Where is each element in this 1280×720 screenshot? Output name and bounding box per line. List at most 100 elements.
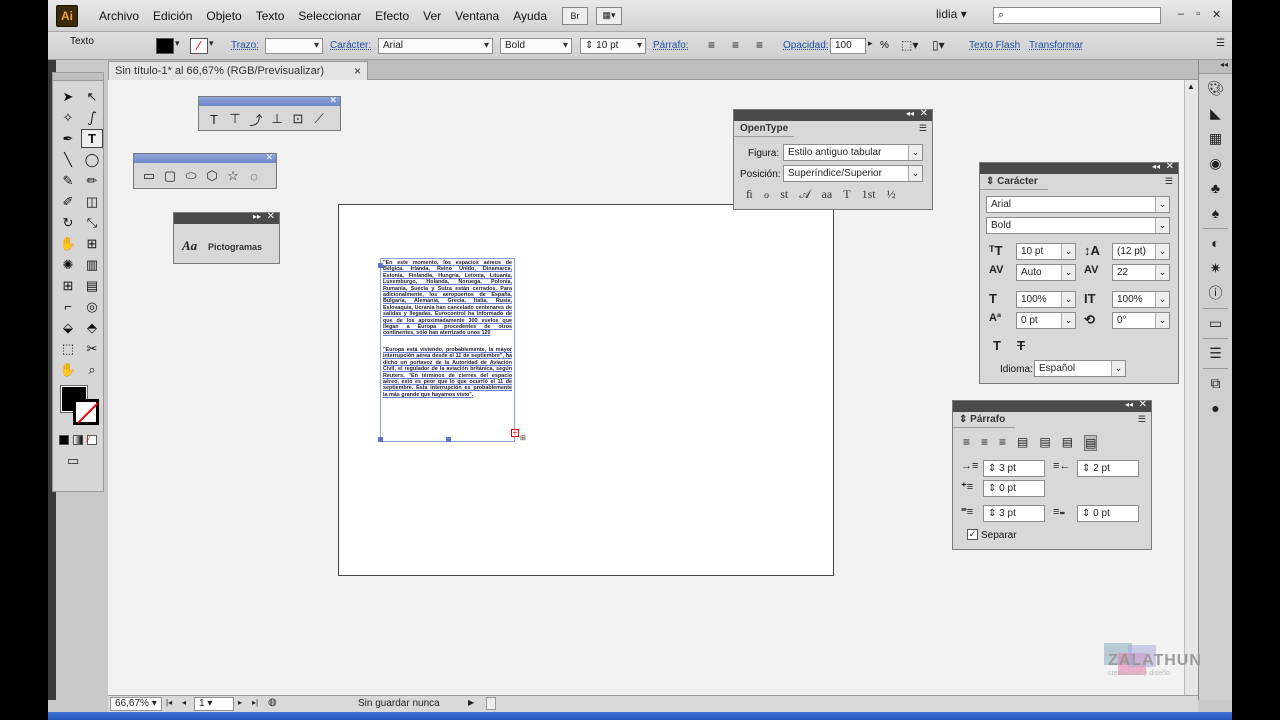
fractions-button[interactable]: ½ [887,187,896,202]
align-left-icon[interactable]: ≡ [708,38,715,52]
strikethrough-icon[interactable]: T [1017,338,1025,353]
font-size-select[interactable]: ⇕ 10 pt [580,38,646,54]
eyedropper-tool-icon[interactable]: ⌐ [57,297,79,316]
text-paragraph-2[interactable]: "Europa está viviendo, probablemente, la… [381,346,514,399]
contextual-alternates-button[interactable]: ℴ [764,187,770,202]
color-icon[interactable]: 🎨︎ [1205,78,1227,98]
separar-checkbox[interactable]: ✓ [967,529,978,540]
pictogramas-panel-top[interactable]: ▸▸ ✕ [174,211,279,224]
close-tab-icon[interactable]: × [354,64,361,78]
opacity-input[interactable]: 100 [830,38,866,54]
pictogramas-label[interactable]: Pictogramas [208,242,262,252]
last-artboard-icon[interactable]: ▸| [252,698,258,707]
magic-wand-tool-icon[interactable]: ✧ [57,108,79,127]
menu-edicion[interactable]: Edición [146,0,199,32]
kerning-input[interactable]: Auto ⌄ [1016,264,1076,281]
glyphs-icon[interactable]: Aa [182,238,197,254]
shape-tools-palette-header[interactable]: ✕ [134,152,276,163]
align-icon[interactable]: ☰ [1205,343,1227,363]
rounded-rectangle-tool-icon[interactable]: ▢ [161,167,179,185]
underline-icon[interactable]: T [993,338,1001,353]
opentype-tab[interactable]: OpenType [734,121,794,137]
warp-tool-icon[interactable]: ✋ [57,234,79,253]
panel-menu-icon[interactable]: ☰ [1138,414,1146,425]
panel-font-style-select[interactable]: Bold ⌄ [986,217,1170,234]
align-right-icon[interactable]: ≡ [999,435,1006,451]
collapse-icon[interactable]: ◂◂ [1125,400,1133,409]
panel-font-family-select[interactable]: Arial ⌄ [986,196,1170,213]
menu-objeto[interactable]: Objeto [199,0,248,32]
graphic-styles-icon[interactable]: ♠ [1205,203,1227,223]
scroll-up-icon[interactable]: ▲ [1187,82,1195,91]
fill-dropdown-icon[interactable]: ▾ [175,38,180,49]
kuler-icon[interactable]: ● [1205,398,1227,418]
paintbrush-tool-icon[interactable]: ✎ [57,171,79,190]
space-before-input[interactable]: ⇕ 3 pt [983,505,1045,522]
type-tools-palette-header[interactable]: ✕ [199,95,340,106]
collapse-icon[interactable]: ◂◂ [1152,162,1160,171]
rectangle-tool-icon[interactable]: ▭ [140,167,158,185]
blob-brush-tool-icon[interactable]: ✐ [57,192,79,211]
opentype-panel-top[interactable]: ◂◂ ✕ [734,108,932,121]
font-family-select[interactable]: Arial [378,38,493,54]
tools-panel-grip[interactable] [53,73,103,81]
justify-left-icon[interactable]: ▤ [1017,435,1028,451]
align-left-icon[interactable]: ≡ [963,435,970,451]
overflow-indicator[interactable]: + [511,429,519,437]
ligatures-button[interactable]: ﬁ [746,187,753,202]
caracter-panel-top[interactable]: ◂◂ ✕ [980,161,1178,174]
leading-input[interactable]: (12 pt) ⌄ [1112,243,1170,260]
gradient-tool-icon[interactable]: ▤ [81,276,103,295]
justify-right-icon[interactable]: ▤ [1062,435,1073,451]
user-menu[interactable]: lidia ▾ [936,7,967,21]
restore-button[interactable]: ▫ [1196,8,1200,21]
artboard-tool-icon[interactable]: ⬚ [57,339,79,358]
type-tool-icon[interactable]: T [205,110,223,128]
flare-tool-icon[interactable]: ◌ [245,167,263,185]
artboard-number-select[interactable]: 1 ▾ [194,697,234,711]
screen-mode-icon[interactable]: ▭ [67,453,79,469]
close-panel-icon[interactable]: ✕ [267,211,275,222]
frame-handle-tl[interactable] [378,263,383,268]
align-right-icon[interactable]: ≡ [756,38,763,52]
swash-button[interactable]: 𝒜 [799,187,810,202]
pen-tool-icon[interactable]: ✒ [57,129,79,148]
transformar-link[interactable]: Transformar [1029,40,1083,51]
opacity-arrow-icon[interactable]: ▸ [868,38,873,49]
panel-menu-icon[interactable]: ☰ [919,123,927,134]
stroke-icon[interactable]: ✷ [1205,258,1227,278]
baseline-shift-input[interactable]: 0 pt ⌄ [1016,312,1076,329]
direct-selection-tool-icon[interactable]: ↖ [81,87,103,106]
vertical-path-type-tool-icon[interactable]: ⟋ [310,110,328,128]
eraser-tool-icon[interactable]: ◫ [81,192,103,211]
stylistic-alternates-button[interactable]: aa [822,187,833,202]
info-icon[interactable]: ⓘ [1205,283,1227,303]
next-artboard-icon[interactable]: ▸ [238,698,242,707]
vertical-type-tool-icon[interactable]: ⊥ [268,110,286,128]
parrafo-link[interactable]: Párrafo: [653,40,689,51]
menu-texto[interactable]: Texto [249,0,292,32]
collapse-icon[interactable]: ◂◂ [906,109,914,118]
ellipse-tool-icon[interactable]: ⬭ [182,167,200,185]
none-mode-icon[interactable]: ⁄ [87,435,97,445]
slice-tool-icon[interactable]: ✂ [81,339,103,358]
previous-artboard-icon[interactable]: ◂ [182,698,186,707]
minimize-button[interactable]: – [1178,8,1184,21]
character-rotation-input[interactable]: 0° ⌄ [1112,312,1170,329]
parrafo-tab[interactable]: ⇕ Párrafo [953,412,1015,428]
type-tool-icon[interactable]: T [81,129,103,148]
color-guide-icon[interactable]: ◣ [1205,103,1227,123]
caracter-tab[interactable]: ⇕ Carácter [980,174,1048,190]
titling-alternates-button[interactable]: T [843,187,850,202]
horizontal-scale-input[interactable]: 100% ⌄ [1112,291,1170,308]
mesh-tool-icon[interactable]: ⊞ [57,276,79,295]
vertical-scale-input[interactable]: 100% ⌄ [1016,291,1076,308]
lasso-tool-icon[interactable]: ഽ [81,108,103,127]
swatches-icon[interactable]: ▦ [1205,128,1227,148]
type-on-path-tool-icon[interactable]: ⤴ [247,110,265,128]
status-menu-icon[interactable]: ▶ [468,698,474,707]
zoom-tool-icon[interactable]: ⌕ [81,360,103,379]
figura-select[interactable]: Estilo antiguo tabular ⌄ [783,144,923,161]
ellipse-tool-icon[interactable]: ◯ [81,150,103,169]
frame-handle-bm[interactable] [446,437,451,442]
